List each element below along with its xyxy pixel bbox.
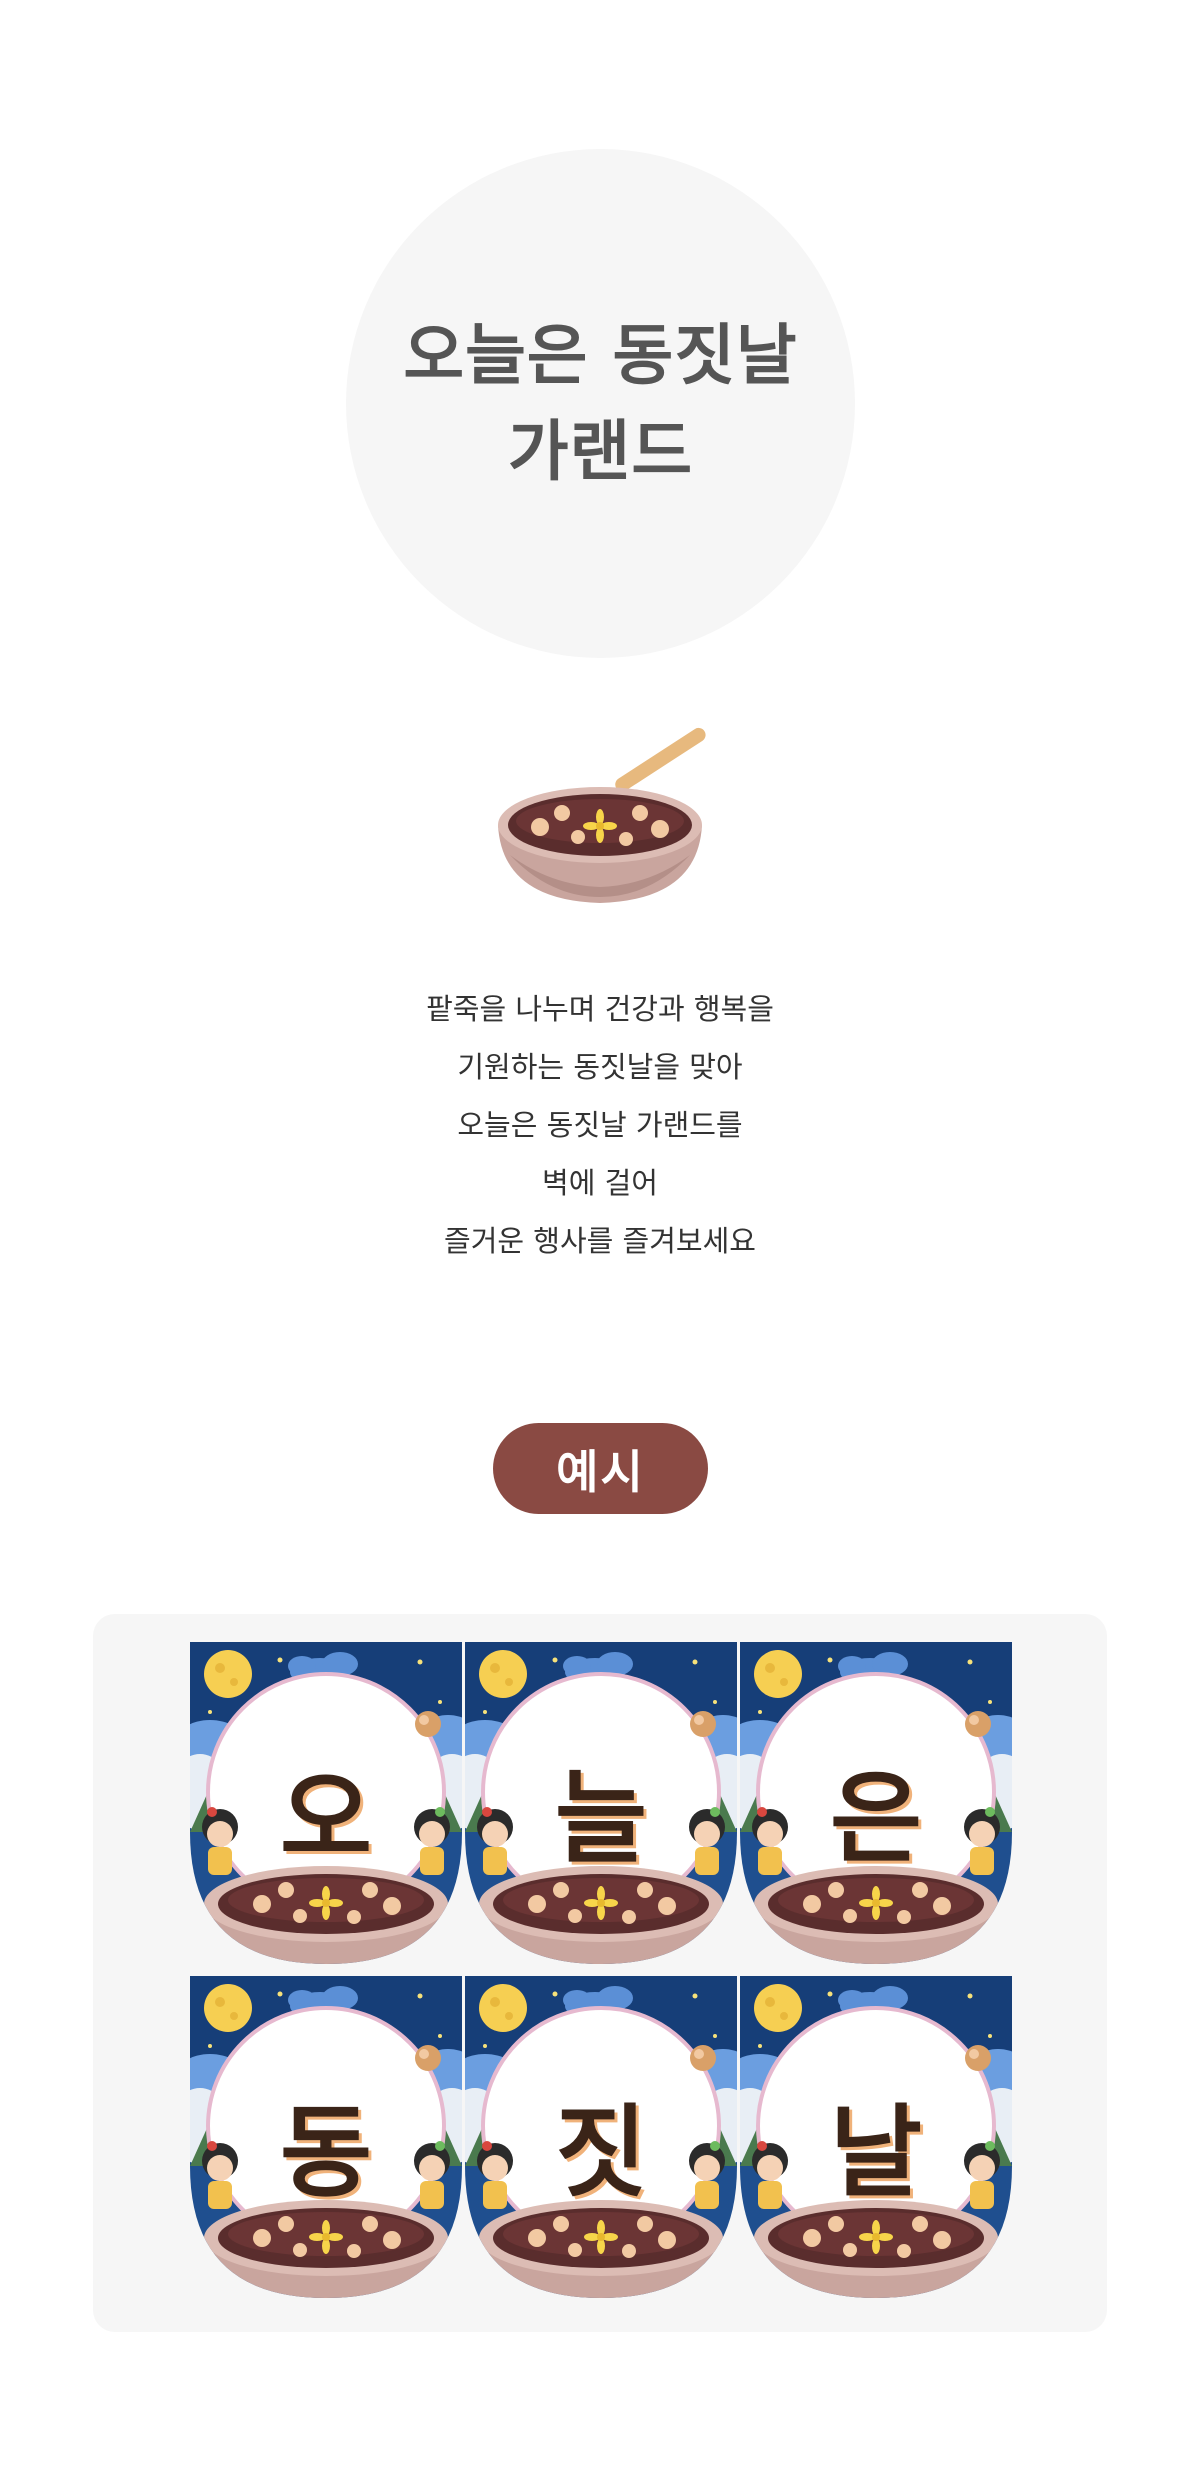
description-line: 벽에 걸어 (542, 1166, 658, 1200)
garland-flag: 날 (740, 1976, 1012, 2298)
garland-flag: 늘 (465, 1642, 737, 1964)
garland-flag: 동 (190, 1976, 462, 2298)
garland-flag-letter: 동 (280, 2094, 372, 2211)
garland-flag: 짓 (465, 1976, 737, 2298)
garland-flag-letter: 날 (830, 2094, 922, 2211)
garland-flag: 오 (190, 1642, 462, 1964)
description: 팥죽을 나누며 건강과 행복을 기원하는 동짓날을 맞아 오늘은 동짓날 가랜드… (300, 980, 900, 1270)
garland-flag-letter: 짓 (555, 2094, 647, 2211)
description-line: 팥죽을 나누며 건강과 행복을 (426, 992, 774, 1026)
description-line: 기원하는 동짓날을 맞아 (457, 1050, 743, 1084)
description-line: 즐거운 행사를 즐겨보세요 (444, 1224, 756, 1258)
page-title-line-2: 가랜드 (507, 412, 694, 490)
description-line: 오늘은 동짓날 가랜드를 (457, 1108, 743, 1142)
garland-flag-letter: 은 (830, 1760, 922, 1877)
example-badge: 예시 (493, 1423, 708, 1514)
title-circle: 오늘은 동짓날 가랜드 (346, 149, 855, 658)
example-badge-label: 예시 (556, 1444, 645, 1499)
garland-flag-letter: 오 (280, 1760, 372, 1877)
page-title-line-1: 오늘은 동짓날 (403, 316, 798, 394)
red-bean-porridge-bowl-icon (498, 727, 706, 903)
garland-flag-letter: 늘 (555, 1760, 647, 1877)
garland-flag: 은 (740, 1642, 1012, 1964)
